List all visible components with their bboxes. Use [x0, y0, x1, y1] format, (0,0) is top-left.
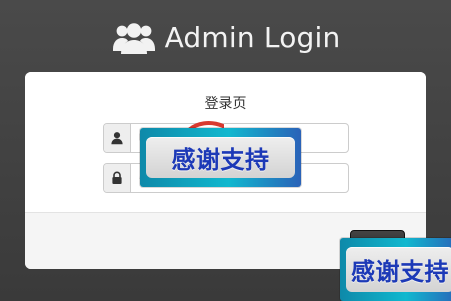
- page-title: Admin Login: [164, 21, 341, 54]
- watermark-badge-primary: 感谢支持: [140, 128, 301, 187]
- form-title: 登录页: [204, 96, 247, 112]
- users-icon: [111, 21, 157, 55]
- watermark-text: 感谢支持: [171, 146, 270, 174]
- page-header: Admin Login: [0, 14, 451, 62]
- user-icon: [104, 124, 131, 152]
- watermark-badge-secondary: 感谢支持: [340, 238, 451, 301]
- watermark-text: 感谢支持: [351, 258, 449, 286]
- lock-icon: [104, 164, 131, 192]
